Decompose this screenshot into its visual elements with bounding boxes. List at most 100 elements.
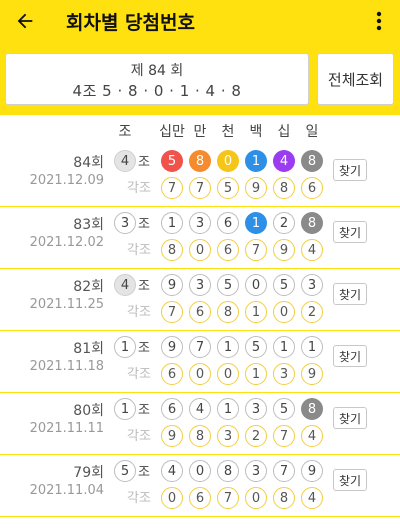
round-number: 79회 (73, 465, 104, 481)
table-row: 83회 2021.12.02 3 조 각조 1 3 6 1 2 8 8 0 6 7 9 4 찾기 (0, 207, 400, 269)
winning-digit-ball: 8 (217, 460, 239, 482)
draw-date: 2021.11.04 (29, 483, 104, 498)
draw-date: 2021.11.11 (29, 421, 104, 436)
summary-round: 제 84 회 (130, 63, 184, 79)
gakjo-label: 각조 (127, 367, 151, 382)
jo-number: 5 (114, 460, 136, 482)
winning-digit-ball: 5 (273, 398, 295, 420)
find-button[interactable]: 찾기 (333, 283, 367, 305)
round-number: 84회 (73, 155, 104, 171)
winning-digit-ball: 1 (217, 398, 239, 420)
back-button[interactable] (8, 5, 42, 37)
gakjo-digit-ball: 0 (161, 487, 183, 509)
gakjo-digit-ball: 3 (217, 425, 239, 447)
winning-digit-ball: 1 (161, 212, 183, 234)
gakjo-digit-ball: 0 (189, 239, 211, 261)
find-button[interactable]: 찾기 (333, 407, 367, 429)
draw-date: 2021.12.02 (29, 235, 104, 250)
gakjo-digit-ball: 7 (273, 425, 295, 447)
winning-digit-ball: 2 (273, 212, 295, 234)
gakjo-label: 각조 (127, 305, 151, 320)
find-button[interactable]: 찾기 (333, 469, 367, 491)
gakjo-digit-ball: 7 (245, 239, 267, 261)
winning-digit-ball: 8 (301, 398, 323, 420)
winning-digit-ball: 1 (273, 336, 295, 358)
gakjo-digit-ball: 0 (273, 301, 295, 323)
winning-digit-ball: 3 (245, 460, 267, 482)
gakjo-digit-ball: 6 (161, 363, 183, 385)
column-label: 천 (221, 124, 235, 140)
find-button[interactable]: 찾기 (333, 345, 367, 367)
column-label: 조 (118, 124, 132, 140)
gakjo-digit-ball: 9 (245, 177, 267, 199)
gakjo-label: 각조 (127, 429, 151, 444)
winning-digit-ball: 1 (245, 212, 267, 234)
gakjo-digit-ball: 4 (301, 425, 323, 447)
more-vertical-icon (376, 11, 382, 31)
jo-suffix: 조 (138, 465, 150, 480)
winning-digit-ball: 6 (217, 212, 239, 234)
gakjo-digit-ball: 1 (245, 363, 267, 385)
gakjo-digit-ball: 6 (301, 177, 323, 199)
table-row: 80회 2021.11.11 1 조 각조 6 4 1 3 5 8 9 8 3 2 7 4 찾기 (0, 393, 400, 455)
gakjo-digit-ball: 3 (273, 363, 295, 385)
table-row: 82회 2021.11.25 4 조 각조 9 3 5 0 5 3 7 6 8 1 0 2 찾기 (0, 269, 400, 331)
summary-numbers: 4조 5 · 8 · 0 · 1 · 4 · 8 (72, 82, 242, 100)
table-row: 84회 2021.12.09 4 조 각조 5 8 0 1 4 8 7 7 5 9 8 6 찾기 (0, 145, 400, 207)
content-area: 제 84 회 4조 5 · 8 · 0 · 1 · 4 · 8 전체조회 조 십만… (0, 43, 400, 528)
winning-digit-ball: 6 (161, 398, 183, 420)
draw-date: 2021.11.25 (29, 297, 104, 312)
winning-digit-ball: 4 (189, 398, 211, 420)
find-button[interactable]: 찾기 (333, 159, 367, 181)
winning-digit-ball: 3 (301, 274, 323, 296)
table-row: 79회 2021.11.04 5 조 각조 4 0 8 3 7 9 0 6 7 0 8 4 찾기 (0, 455, 400, 517)
gakjo-digit-ball: 7 (161, 301, 183, 323)
jo-suffix: 조 (138, 155, 150, 170)
gakjo-digit-ball: 1 (245, 301, 267, 323)
app-bar: 회차별 당첨번호 (0, 0, 400, 43)
view-all-button[interactable]: 전체조회 (317, 53, 394, 105)
winning-digit-ball: 9 (301, 460, 323, 482)
jo-number: 4 (114, 150, 136, 172)
gakjo-digit-ball: 0 (217, 363, 239, 385)
jo-suffix: 조 (138, 403, 150, 418)
winning-digit-ball: 4 (273, 150, 295, 172)
gakjo-label: 각조 (127, 243, 151, 258)
winning-digit-ball: 1 (301, 336, 323, 358)
draw-results-list[interactable]: 조 십만 만 천 백 십 일 84회 2021.12.09 4 조 각조 5 8 0 1 4 8 7 7 5 9 8 6 찾기… (0, 115, 400, 528)
draw-date: 2021.12.09 (29, 173, 104, 188)
round-number: 81회 (73, 341, 104, 357)
jo-suffix: 조 (138, 217, 150, 232)
gakjo-digit-ball: 4 (301, 487, 323, 509)
round-number: 80회 (73, 403, 104, 419)
latest-draw-summary: 제 84 회 4조 5 · 8 · 0 · 1 · 4 · 8 (5, 53, 309, 105)
gakjo-digit-ball: 2 (245, 425, 267, 447)
find-button[interactable]: 찾기 (333, 221, 367, 243)
winning-digit-ball: 5 (245, 336, 267, 358)
gakjo-digit-ball: 9 (273, 239, 295, 261)
winning-digit-ball: 0 (217, 150, 239, 172)
winning-digit-ball: 7 (273, 460, 295, 482)
gakjo-digit-ball: 6 (189, 301, 211, 323)
gakjo-digit-ball: 6 (189, 487, 211, 509)
winning-digit-ball: 1 (245, 150, 267, 172)
overflow-menu-button[interactable] (366, 6, 392, 36)
column-label: 일 (305, 124, 319, 140)
jo-suffix: 조 (138, 341, 150, 356)
column-label: 십만 (159, 124, 185, 140)
winning-digit-ball: 3 (189, 212, 211, 234)
column-label: 만 (193, 124, 207, 140)
column-label: 십 (277, 124, 291, 140)
winning-digit-ball: 5 (217, 274, 239, 296)
arrow-left-icon (17, 13, 33, 29)
winning-digit-ball: 5 (161, 150, 183, 172)
winning-digit-ball: 3 (189, 274, 211, 296)
round-number: 83회 (73, 217, 104, 233)
winning-digit-ball: 5 (273, 274, 295, 296)
winning-digit-ball: 0 (245, 274, 267, 296)
gakjo-digit-ball: 0 (189, 363, 211, 385)
draw-date: 2021.11.18 (29, 359, 104, 374)
gakjo-digit-ball: 9 (161, 425, 183, 447)
winning-digit-ball: 3 (245, 398, 267, 420)
gakjo-digit-ball: 5 (217, 177, 239, 199)
